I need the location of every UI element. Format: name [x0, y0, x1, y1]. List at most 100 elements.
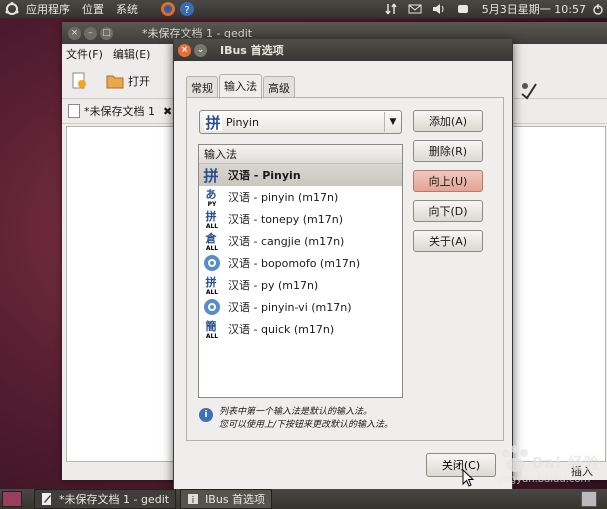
engine-row[interactable]: 拼 ALL 汉语 - py (m17n) [199, 274, 402, 296]
engine-label: 汉语 - quick (m17n) [228, 323, 335, 336]
combo-value: Pinyin [226, 115, 259, 129]
engine-label: 汉语 - bopomofo (m17n) [228, 257, 361, 270]
move-up-button[interactable]: 向上(U) [413, 170, 483, 192]
bottom-panel: *未保存文档 1 - gedit i IBus 首选项 [0, 489, 607, 509]
clock[interactable]: 5月3日星期一 10:57 [482, 1, 586, 17]
engine-row[interactable]: 拼汉语 - Pinyin [199, 164, 402, 186]
svg-text:拼: 拼 [203, 167, 218, 185]
hint-line-2: 您可以使用上/下按钮来更改默认的输入法。 [219, 420, 394, 430]
tab-close-icon[interactable]: ✖ [163, 105, 172, 118]
move-down-button[interactable]: 向下(D) [413, 200, 483, 222]
input-method-combo[interactable]: 拼 Pinyin ▼ [199, 110, 402, 134]
volume-icon[interactable] [432, 3, 446, 15]
engine-row[interactable]: 汉语 - pinyin-vi (m17n) [199, 296, 402, 318]
engine-row[interactable]: 簡 ALL 汉语 - quick (m17n) [199, 318, 402, 340]
places-menu[interactable]: 位置 [82, 1, 104, 17]
pinyin-icon: 拼 [204, 113, 222, 131]
taskbar-label-ibus: IBus 首选项 [205, 493, 266, 506]
menu-edit[interactable]: 编辑(E) [113, 46, 151, 62]
list-header: 输入法 [199, 145, 402, 164]
engine-label: 汉语 - Pinyin [228, 169, 301, 182]
tab-strip: 常规 输入法 高级 [186, 74, 296, 99]
quick-icon: 簡ALL [206, 319, 219, 339]
status-icon[interactable] [456, 3, 470, 15]
info-icon: i [199, 408, 213, 422]
power-icon[interactable] [592, 3, 604, 15]
taskbar-item-ibus[interactable]: i IBus 首选项 [180, 489, 273, 509]
top-panel: 应用程序 位置 系统 ? 5月3日星期一 10:57 [0, 0, 607, 18]
py-all-icon: 拼ALL [206, 275, 219, 295]
engine-label: 汉语 - pinyin-vi (m17n) [228, 301, 352, 314]
engine-row[interactable]: 倉 ALL 汉语 - cangjie (m17n) [199, 230, 402, 252]
remove-button[interactable]: 删除(R) [413, 140, 483, 162]
open-label: 打开 [128, 75, 150, 88]
svg-text:拼: 拼 [205, 114, 220, 131]
chevron-down-icon[interactable]: ▼ [384, 112, 401, 132]
ibus-titlebar[interactable]: × ⌄ IBus 首选项 [174, 39, 512, 61]
svg-text:ALL: ALL [206, 333, 218, 339]
system-menu[interactable]: 系统 [116, 1, 138, 17]
dialog-title: IBus 首选项 [220, 44, 284, 57]
svg-text:ALL: ALL [206, 289, 218, 295]
open-button[interactable]: 打开 [106, 72, 150, 90]
mail-icon[interactable] [408, 3, 422, 15]
engine-list[interactable]: 输入法 拼汉语 - Pinyin あ PY 汉语 - pinyin (m17n) 拼 AL… [198, 144, 403, 398]
tab-general[interactable]: 常规 [186, 76, 218, 97]
ubuntu-logo-icon[interactable] [4, 2, 20, 16]
engine-label: 汉语 - py (m17n) [228, 279, 319, 292]
engine-label: 汉语 - tonepy (m17n) [228, 213, 344, 226]
svg-text:拼: 拼 [206, 275, 217, 289]
add-button[interactable]: 添加(A) [413, 110, 483, 132]
menu-file[interactable]: 文件(F) [66, 46, 103, 62]
close-icon[interactable]: × [178, 43, 191, 57]
gear-icon [204, 299, 220, 315]
engine-label: 汉语 - cangjie (m17n) [228, 235, 345, 248]
spellcheck-icon[interactable] [519, 80, 539, 100]
tab-advanced[interactable]: 高级 [263, 76, 295, 97]
svg-text:ALL: ALL [206, 245, 218, 251]
engine-row[interactable]: あ PY 汉语 - pinyin (m17n) [199, 186, 402, 208]
trash-icon[interactable] [581, 491, 597, 507]
svg-text:PY: PY [208, 201, 217, 207]
firefox-icon[interactable] [160, 1, 176, 17]
input-method-panel: 拼 Pinyin ▼ 输入法 拼汉语 - Pinyin あ PY 汉语 - pinyi… [186, 97, 504, 441]
svg-text:ALL: ALL [206, 223, 218, 229]
maximize-icon[interactable]: □ [100, 26, 113, 40]
hint-line-1: 列表中第一个输入法是默认的输入法。 [219, 407, 373, 417]
mouse-cursor-icon [462, 469, 474, 487]
help-icon[interactable]: ? [179, 1, 195, 17]
new-document-icon [72, 72, 86, 89]
new-button[interactable] [70, 72, 92, 90]
applications-menu[interactable]: 应用程序 [26, 1, 70, 17]
hint-text: 列表中第一个输入法是默认的输入法。 您可以使用上/下按钮来更改默认的输入法。 [219, 406, 393, 432]
about-button[interactable]: 关于(A) [413, 230, 483, 252]
close-button[interactable]: 关闭(C) [426, 453, 496, 477]
svg-text:あ: あ [206, 188, 217, 201]
minimize-icon[interactable]: ⌄ [194, 43, 207, 57]
pinyin-icon: 拼 [203, 167, 218, 185]
gear-icon [204, 255, 220, 271]
svg-text:拼: 拼 [206, 209, 217, 223]
taskbar-item-gedit[interactable]: *未保存文档 1 - gedit [34, 489, 177, 509]
tonepy-icon: 拼ALL [206, 209, 219, 229]
network-icon[interactable] [384, 2, 398, 16]
hint: i 列表中第一个输入法是默认的输入法。 您可以使用上/下按钮来更改默认的输入法。 [199, 406, 491, 432]
tab-input-method[interactable]: 输入法 [219, 74, 262, 99]
taskbar-label-gedit: *未保存文档 1 - gedit [59, 493, 170, 506]
ibus-icon: i [188, 494, 199, 505]
minimize-icon[interactable]: – [84, 26, 97, 40]
baidu-paw-icon [502, 445, 528, 472]
show-desktop-icon[interactable] [2, 491, 22, 507]
engine-row[interactable]: 拼 ALL 汉语 - tonepy (m17n) [199, 208, 402, 230]
py-icon: あPY [206, 188, 218, 207]
svg-text:簡: 簡 [206, 319, 217, 333]
engine-label: 汉语 - pinyin (m17n) [228, 191, 339, 204]
baidu-watermark: Bai 经验 jingyan.baidu.com [498, 444, 606, 488]
open-folder-icon [106, 75, 124, 89]
tab-document[interactable]: *未保存文档 1 [84, 103, 155, 119]
button-column: 添加(A) 删除(R) 向上(U) 向下(D) 关于(A) [413, 110, 485, 260]
gedit-icon [42, 493, 51, 505]
watermark-text: Bai 经验 [532, 454, 600, 472]
engine-row[interactable]: 汉语 - bopomofo (m17n) [199, 252, 402, 274]
close-icon[interactable]: × [68, 26, 81, 40]
